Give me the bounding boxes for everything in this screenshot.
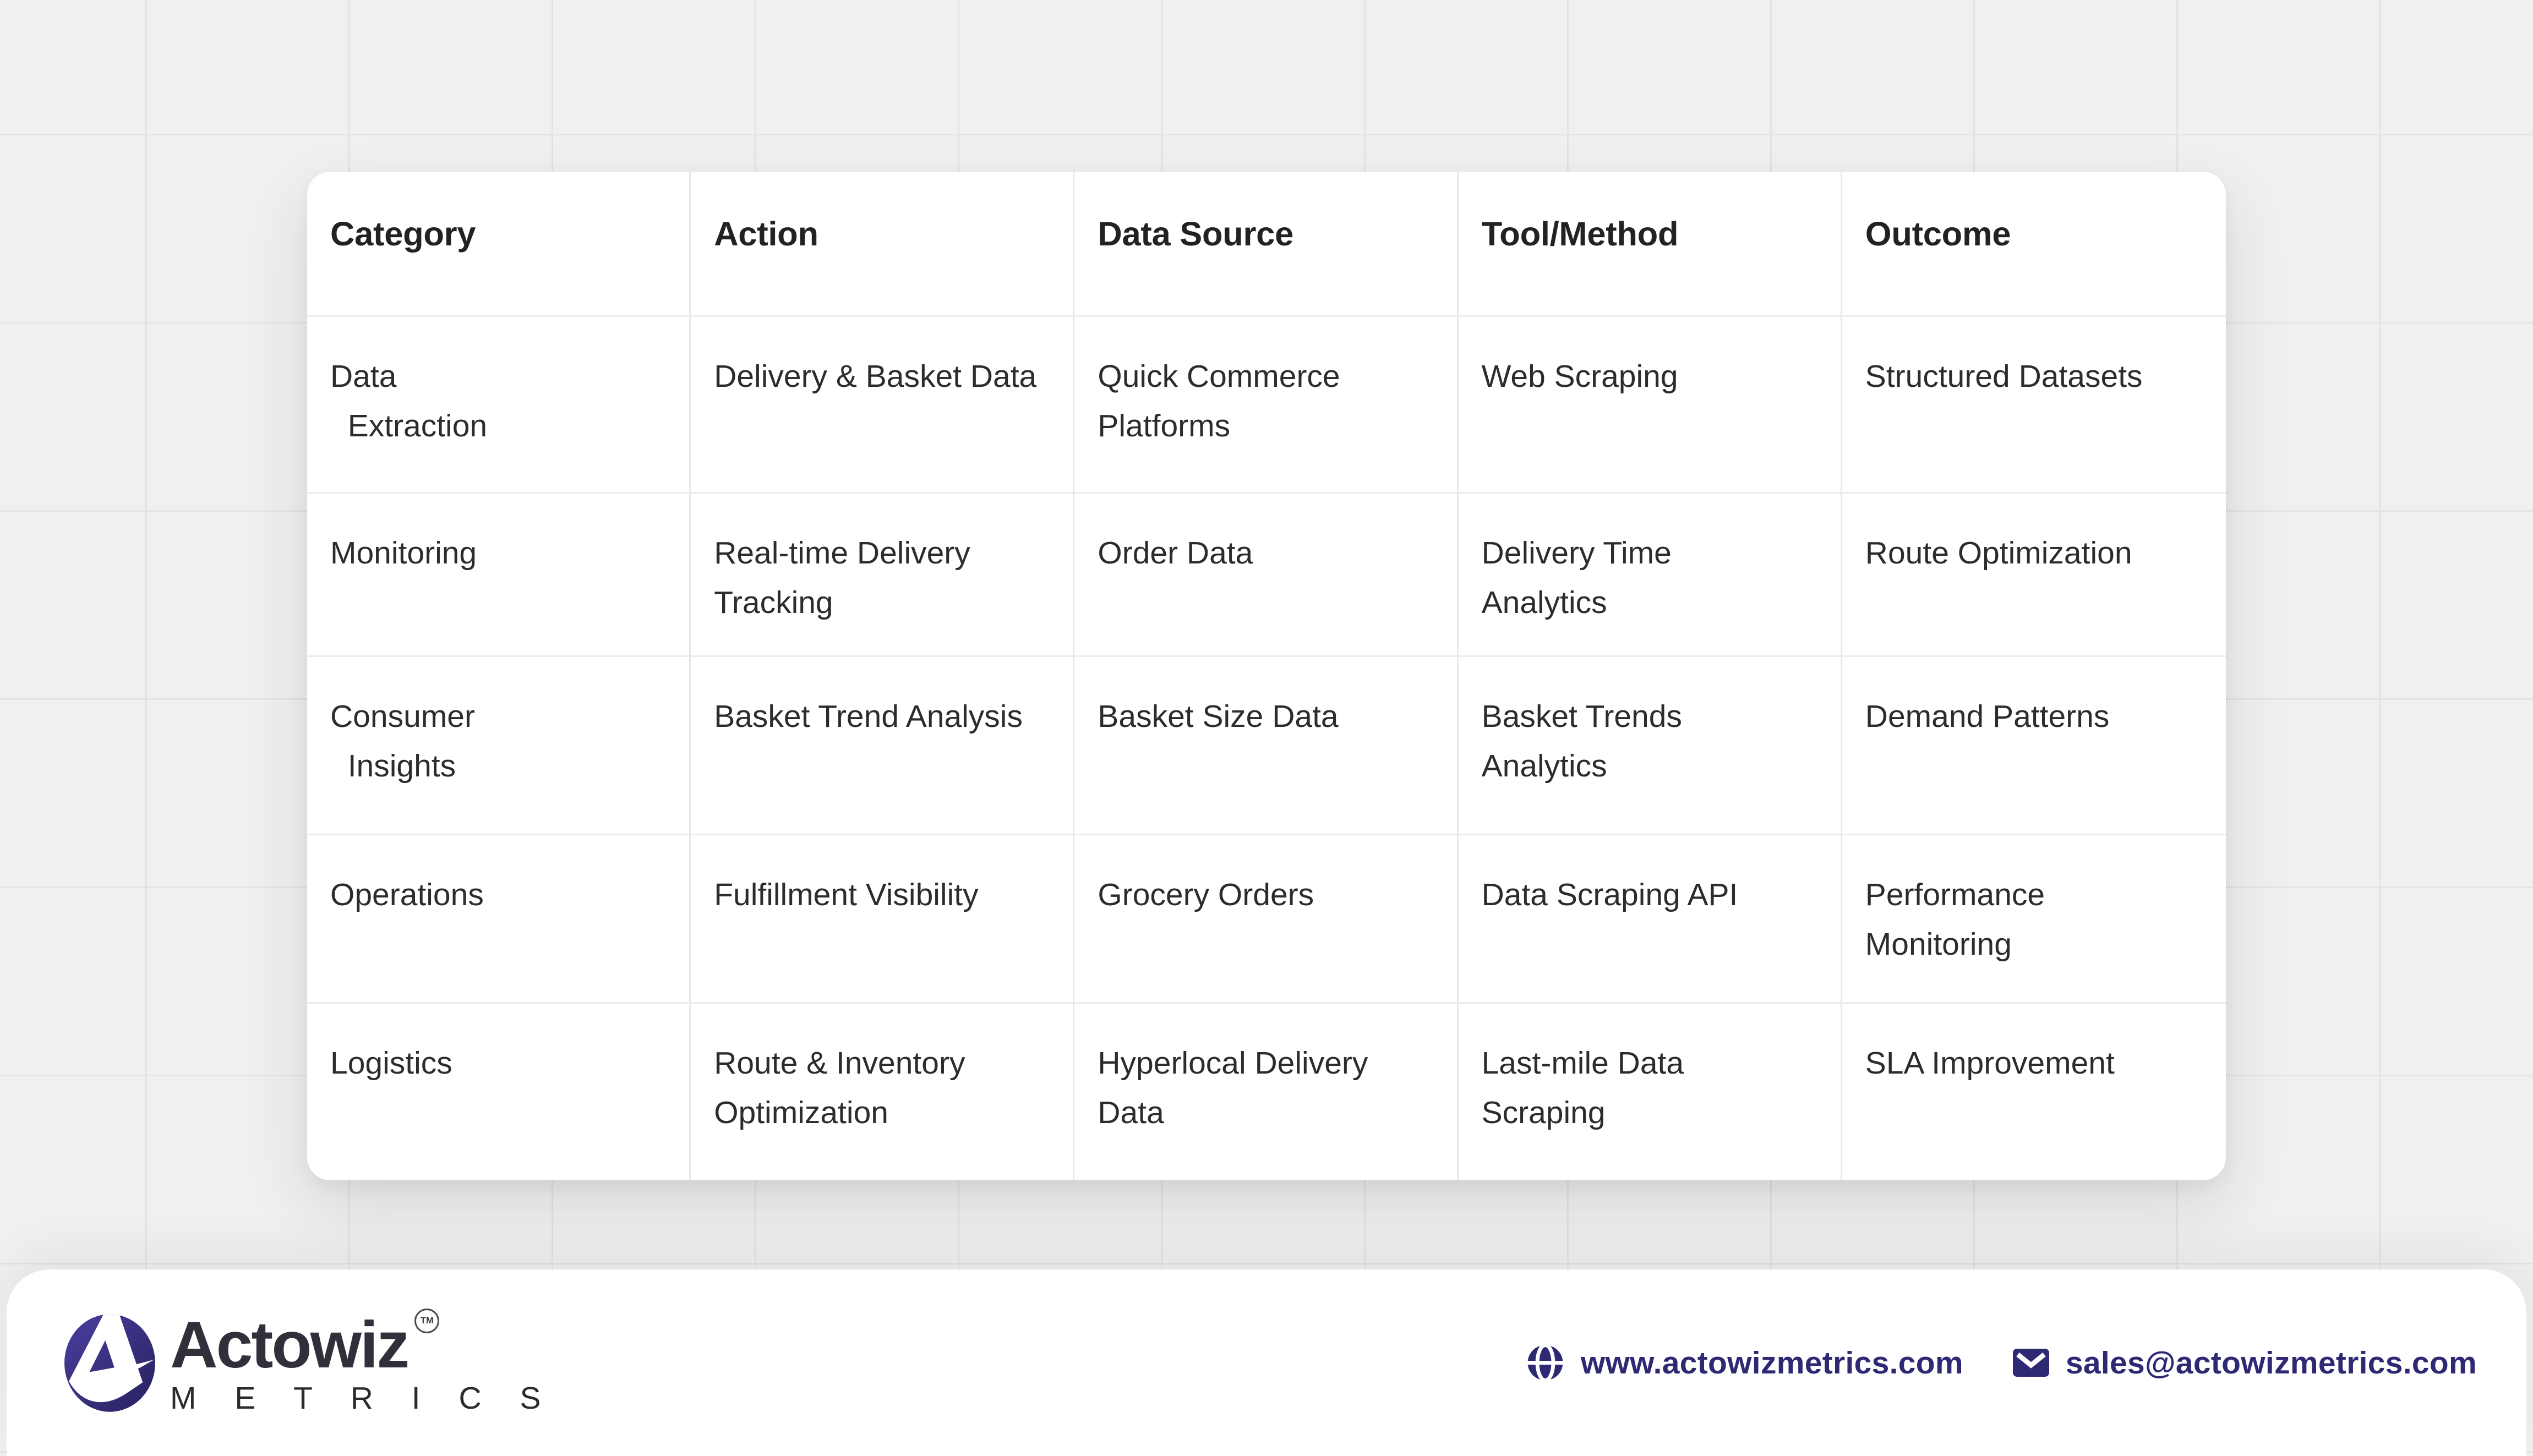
website-link[interactable]: www.actowizmetrics.com <box>1581 1345 1963 1381</box>
footer-bar: Actowiz TM M E T R I C S www.actowizmetr… <box>7 1269 2526 1456</box>
table-cell: Structured Datasets <box>1842 317 2226 494</box>
table-cell: Basket Trend Analysis <box>691 657 1074 835</box>
table-cell: Basket Trends Analytics <box>1459 657 1842 835</box>
website-contact: www.actowizmetrics.com <box>1526 1344 1963 1382</box>
brand-name: Actowiz <box>170 1312 408 1378</box>
table-cell: Last-mile Data Scraping <box>1459 1004 1842 1180</box>
column-header-category: Category <box>307 172 691 317</box>
table-cell: Performance Monitoring <box>1842 835 2226 1004</box>
page: Category Action Data Source Tool/Method … <box>0 0 2533 1456</box>
table-cell: Order Data <box>1074 494 1458 657</box>
table-cell: Data Extraction <box>307 317 691 494</box>
column-header-tool-method: Tool/Method <box>1459 172 1842 317</box>
trademark-badge: TM <box>414 1309 439 1333</box>
table-cell: Real-time Delivery Tracking <box>691 494 1074 657</box>
email-contact: sales@actowizmetrics.com <box>2013 1345 2477 1381</box>
table-cell: SLA Improvement <box>1842 1004 2226 1180</box>
table-cell: Delivery Time Analytics <box>1459 494 1842 657</box>
table-cell: Monitoring <box>307 494 691 657</box>
table-cell: Delivery & Basket Data <box>691 317 1074 494</box>
contact-links: www.actowizmetrics.com sales@actowizmetr… <box>1526 1344 2477 1382</box>
column-header-outcome: Outcome <box>1842 172 2226 317</box>
table-cell: Operations <box>307 835 691 1004</box>
actowiz-logo-icon <box>64 1312 155 1414</box>
table-cell: Quick Commerce Platforms <box>1074 317 1458 494</box>
trademark-text: TM <box>421 1316 434 1326</box>
table-cell: Demand Patterns <box>1842 657 2226 835</box>
table-cell: Consumer Insights <box>307 657 691 835</box>
column-header-data-source: Data Source <box>1074 172 1458 317</box>
table-cell: Logistics <box>307 1004 691 1180</box>
envelope-icon <box>2013 1349 2049 1377</box>
brand-subtitle: M E T R I C S <box>170 1383 555 1414</box>
table-cell: Basket Size Data <box>1074 657 1458 835</box>
globe-icon <box>1526 1344 1564 1382</box>
table-cell: Grocery Orders <box>1074 835 1458 1004</box>
data-table-card: Category Action Data Source Tool/Method … <box>307 172 2226 1180</box>
column-header-action: Action <box>691 172 1074 317</box>
table-cell: Fulfillment Visibility <box>691 835 1074 1004</box>
table-cell: Web Scraping <box>1459 317 1842 494</box>
table-cell: Route Optimization <box>1842 494 2226 657</box>
brand-lockup: Actowiz TM M E T R I C S <box>64 1312 555 1414</box>
table-cell: Route & Inventory Optimization <box>691 1004 1074 1180</box>
table-cell: Data Scraping API <box>1459 835 1842 1004</box>
table-cell: Hyperlocal Delivery Data <box>1074 1004 1458 1180</box>
email-link[interactable]: sales@actowizmetrics.com <box>2066 1345 2477 1381</box>
brand-text: Actowiz TM M E T R I C S <box>170 1312 555 1414</box>
